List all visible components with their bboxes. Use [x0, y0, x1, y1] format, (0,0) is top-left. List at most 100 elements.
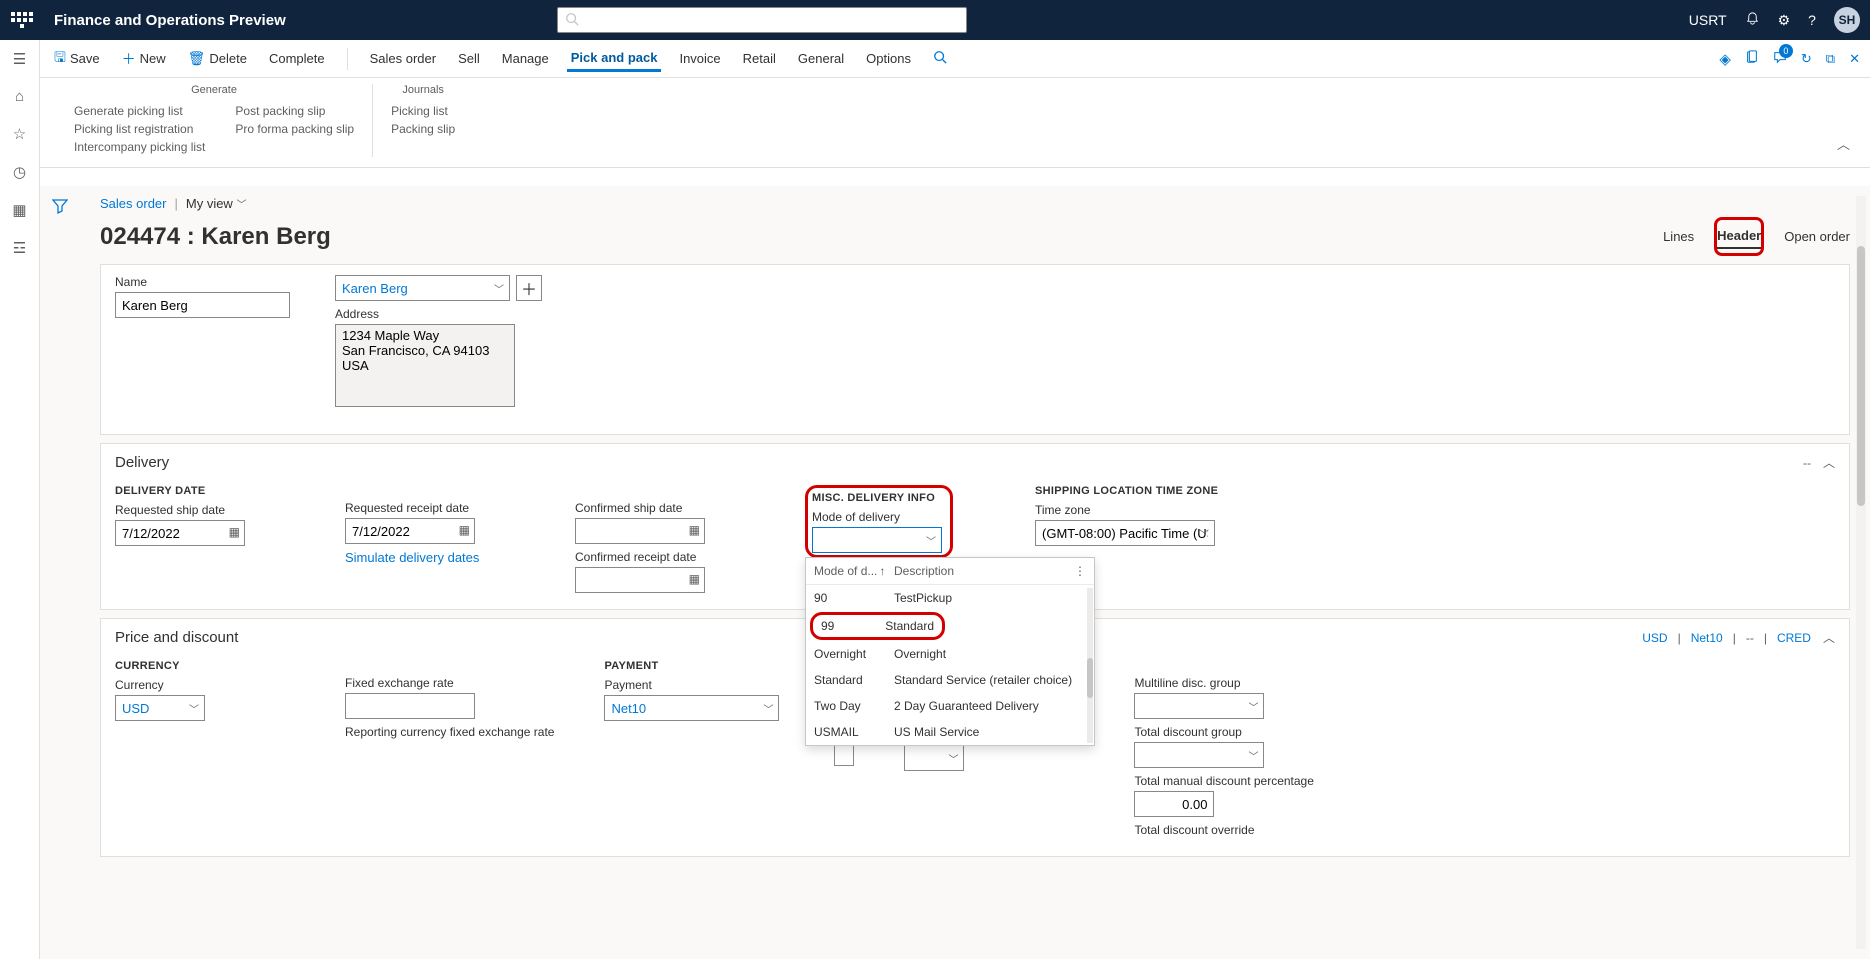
chevron-up-icon[interactable]: ︿: [1823, 629, 1835, 646]
app-title: Finance and Operations Preview: [54, 12, 286, 29]
popout-icon[interactable]: ⧉: [1826, 51, 1835, 67]
recent-icon[interactable]: ◷: [13, 163, 26, 181]
mode-label: Mode of delivery: [812, 510, 942, 524]
tot-man-field[interactable]: [1134, 791, 1214, 817]
popup-col-mode[interactable]: Mode of d... ↑: [814, 564, 894, 578]
payment-section: PAYMENT: [604, 660, 784, 672]
chevron-down-icon: ﹀: [236, 200, 246, 211]
popup-row[interactable]: 99Standard: [817, 617, 938, 635]
sort-up-icon: ↑: [879, 564, 885, 578]
popup-scroll-thumb[interactable]: [1087, 658, 1093, 698]
messages-icon[interactable]: 0: [1773, 50, 1787, 67]
price-panel-title: Price and discount: [115, 629, 238, 646]
chevron-up-icon[interactable]: ︿: [1833, 130, 1854, 157]
popup-row[interactable]: StandardStandard Service (retailer choic…: [806, 667, 1094, 693]
currency-label: Currency: [115, 678, 295, 692]
tot-disc-combo[interactable]: [1134, 742, 1264, 768]
add-address-button[interactable]: ＋: [516, 275, 542, 301]
module-icon[interactable]: ▦: [12, 201, 26, 219]
popup-col-desc[interactable]: Description: [894, 564, 1074, 578]
delivery-panel-title: Delivery: [115, 454, 169, 471]
breadcrumb-link[interactable]: Sales order: [100, 196, 166, 211]
address-textarea[interactable]: 1234 Maple Way San Francisco, CA 94103 U…: [335, 324, 515, 407]
ml-disc-combo[interactable]: [1134, 693, 1264, 719]
user-label[interactable]: USRT: [1689, 12, 1727, 28]
new-button[interactable]: ＋ New: [118, 45, 170, 73]
conf-ship-field[interactable]: [575, 518, 705, 544]
favorite-icon[interactable]: ☆: [13, 125, 26, 143]
req-rec-label: Requested receipt date: [345, 501, 525, 515]
search-icon: [565, 12, 579, 29]
refresh-icon[interactable]: ↻: [1801, 51, 1812, 67]
link-packing-slip[interactable]: Packing slip: [391, 122, 455, 136]
conf-rec-label: Confirmed receipt date: [575, 550, 755, 564]
tab-options[interactable]: Options: [862, 47, 915, 70]
find-button[interactable]: [929, 46, 951, 71]
help-icon[interactable]: ?: [1808, 12, 1816, 28]
hamburger-icon[interactable]: ☰: [13, 50, 26, 68]
page-title: 024474 : Karen Berg: [100, 223, 331, 251]
tab-retail[interactable]: Retail: [739, 47, 780, 70]
tab-manage[interactable]: Manage: [498, 47, 553, 70]
link-picking-list[interactable]: Picking list: [391, 104, 455, 118]
popup-more-icon[interactable]: ⋮: [1074, 564, 1086, 578]
tab-header[interactable]: Header: [1717, 224, 1761, 249]
save-icon: 🖫: [54, 47, 66, 71]
tab-sales-order[interactable]: Sales order: [366, 47, 440, 70]
avatar[interactable]: SH: [1834, 7, 1860, 33]
mode-of-delivery-combo[interactable]: [812, 527, 942, 553]
view-selector[interactable]: My view ﹀: [186, 196, 247, 211]
conf-rec-field[interactable]: [575, 567, 705, 593]
payment-combo[interactable]: [604, 695, 779, 721]
name-field[interactable]: [115, 292, 290, 318]
req-ship-label: Requested ship date: [115, 503, 295, 517]
complete-button[interactable]: Complete: [265, 47, 329, 70]
list-icon[interactable]: ☲: [13, 239, 26, 257]
save-button[interactable]: 🖫 Save: [50, 43, 104, 75]
filter-icon[interactable]: [52, 198, 68, 217]
fx-field[interactable]: [345, 693, 475, 719]
tot-ovr-label: Total discount override: [1134, 823, 1314, 837]
tab-invoice[interactable]: Invoice: [675, 47, 724, 70]
popup-row[interactable]: OvernightOvernight: [806, 641, 1094, 667]
home-icon[interactable]: ⌂: [15, 88, 24, 105]
delivery-date-section: DELIVERY DATE: [115, 485, 295, 497]
req-ship-field[interactable]: [115, 520, 245, 546]
attach-icon[interactable]: [1745, 50, 1759, 67]
link-post-packing-slip[interactable]: Post packing slip: [235, 104, 354, 118]
popup-row[interactable]: 90TestPickup: [806, 585, 1094, 611]
fx-label: Fixed exchange rate: [345, 676, 554, 690]
req-rec-field[interactable]: [345, 518, 475, 544]
header-tab-highlight: Header: [1714, 217, 1764, 256]
close-icon[interactable]: ✕: [1849, 51, 1860, 67]
tz-section: SHIPPING LOCATION TIME ZONE: [1035, 485, 1218, 497]
search-input[interactable]: [557, 7, 967, 33]
order-status: Open order: [1784, 225, 1850, 248]
chevron-up-icon[interactable]: ︿: [1823, 454, 1835, 471]
tab-pick-and-pack[interactable]: Pick and pack: [567, 46, 662, 72]
tab-lines[interactable]: Lines: [1663, 225, 1694, 248]
charges-combo2[interactable]: [904, 745, 964, 771]
simulate-link[interactable]: Simulate delivery dates: [345, 550, 479, 565]
currency-section: CURRENCY: [115, 660, 295, 672]
delete-button[interactable]: 🗑 Delete: [184, 46, 251, 71]
scrollbar-thumb[interactable]: [1857, 246, 1865, 506]
link-generate-picking-list[interactable]: Generate picking list: [74, 104, 205, 118]
link-intercompany-picking-list[interactable]: Intercompany picking list: [74, 140, 205, 154]
gear-icon[interactable]: ⚙: [1778, 12, 1791, 29]
tab-general[interactable]: General: [794, 47, 848, 70]
popup-row[interactable]: USMAILUS Mail Service: [806, 719, 1094, 745]
tz-field[interactable]: [1035, 520, 1215, 546]
currency-combo[interactable]: [115, 695, 205, 721]
popup-row-highlight: 99Standard: [810, 612, 945, 640]
popup-row[interactable]: Two Day2 Day Guaranteed Delivery: [806, 693, 1094, 719]
link-picking-list-registration[interactable]: Picking list registration: [74, 122, 205, 136]
app-launcher-icon[interactable]: [10, 8, 34, 32]
summary-cred: CRED: [1777, 631, 1811, 645]
mode-dropdown-popup: Mode of d... ↑ Description ⋮ 90TestPicku…: [805, 557, 1095, 746]
link-pro-forma-packing-slip[interactable]: Pro forma packing slip: [235, 122, 354, 136]
delivery-name-combo[interactable]: [335, 275, 510, 301]
tab-sell[interactable]: Sell: [454, 47, 484, 70]
diamond-icon[interactable]: ◈: [1719, 50, 1731, 68]
notifications-icon[interactable]: [1745, 11, 1760, 29]
